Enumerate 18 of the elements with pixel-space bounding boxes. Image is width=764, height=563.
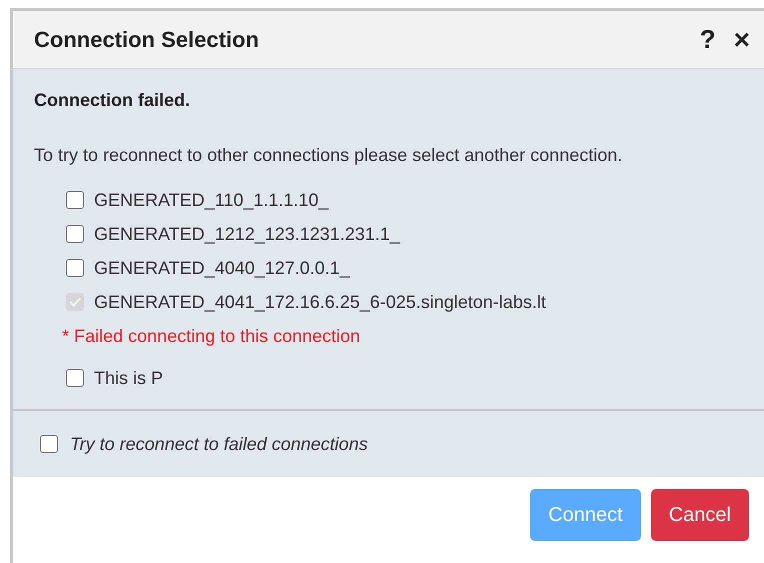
error-message: * Failed connecting to this connection bbox=[62, 324, 362, 348]
checkbox[interactable] bbox=[66, 225, 84, 243]
cancel-button[interactable]: Cancel bbox=[650, 489, 749, 541]
connection-option[interactable]: GENERATED_110_1.1.1.10_ bbox=[66, 183, 756, 217]
instruction-text: To try to reconnect to other connections please select another connection. bbox=[34, 144, 624, 167]
checkbox[interactable] bbox=[66, 369, 84, 387]
dialog-title: Connection Selection bbox=[34, 26, 260, 54]
checkbox[interactable] bbox=[66, 259, 84, 277]
retry-option[interactable]: Try to reconnect to failed connections bbox=[40, 430, 368, 458]
close-button[interactable]: × bbox=[734, 26, 750, 54]
checkbox[interactable] bbox=[66, 191, 84, 209]
checkmark-icon bbox=[69, 297, 81, 307]
checkbox[interactable] bbox=[40, 435, 58, 453]
connection-option[interactable]: This is P bbox=[66, 361, 756, 395]
connection-option[interactable]: GENERATED_1212_123.1231.231.1_ bbox=[66, 217, 756, 251]
status-heading: Connection failed. bbox=[34, 89, 192, 112]
connection-option[interactable]: GENERATED_4040_127.0.0.1_ bbox=[66, 251, 756, 285]
help-button[interactable]: ? bbox=[700, 20, 716, 59]
